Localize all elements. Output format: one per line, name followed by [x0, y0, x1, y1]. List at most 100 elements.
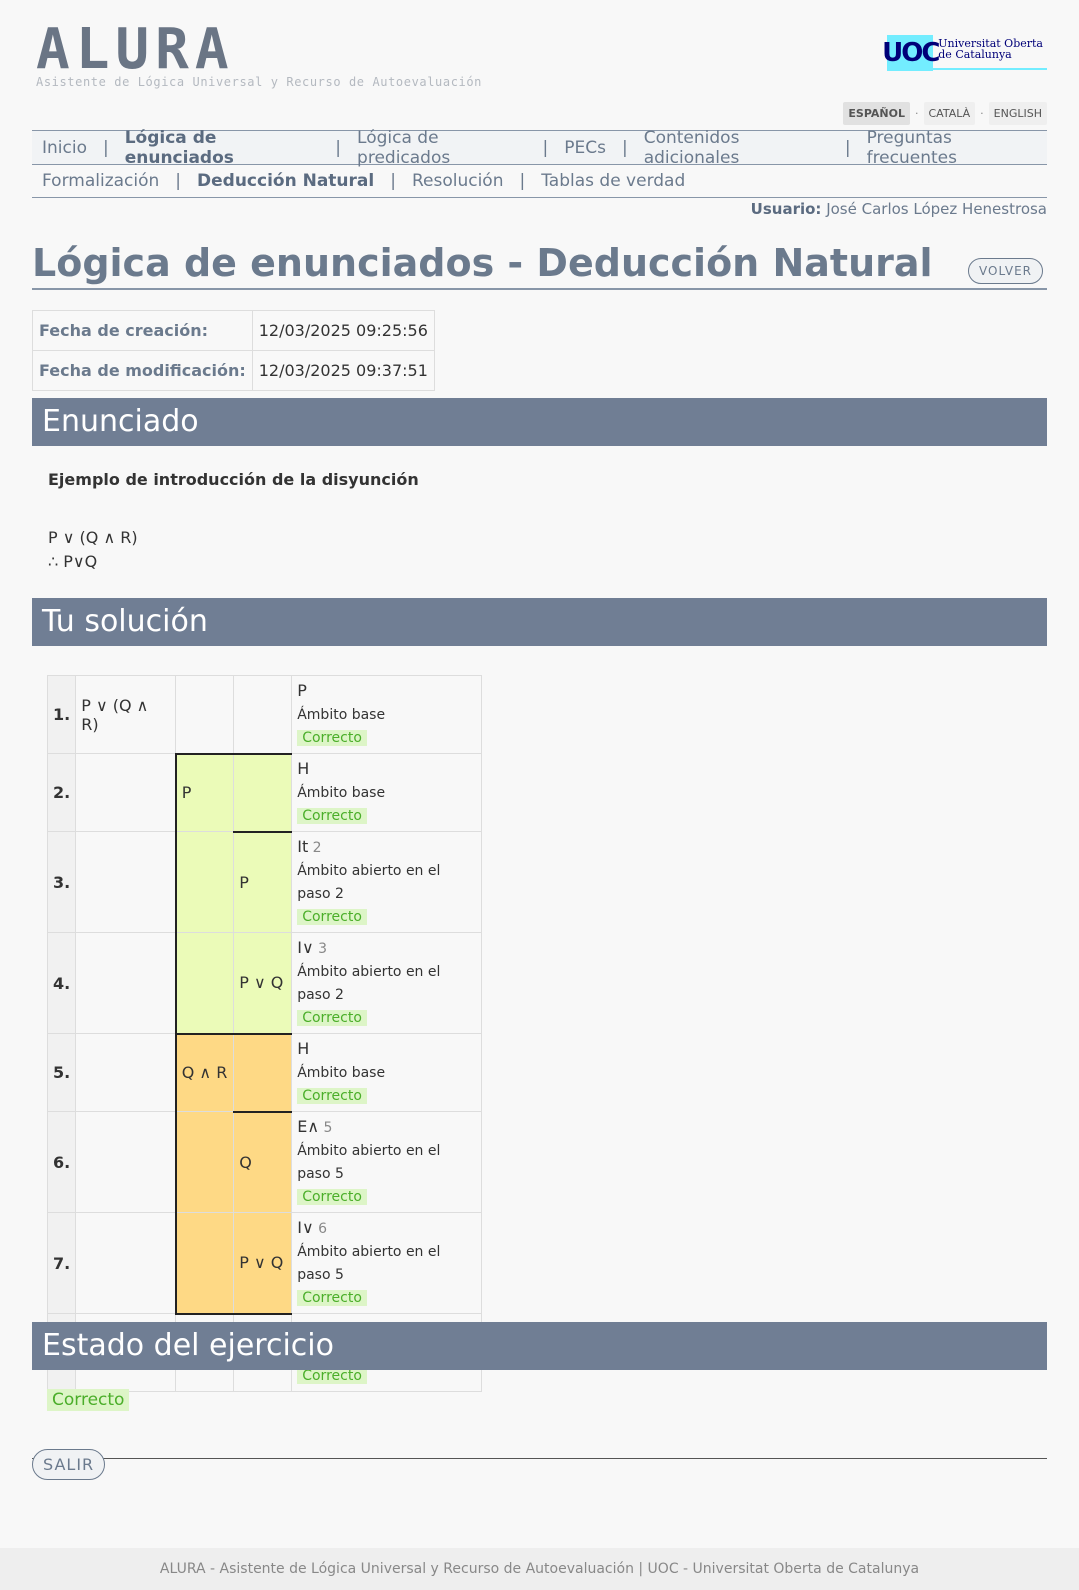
nav-separator: |: [390, 170, 396, 191]
justification: I∨ 6 Ámbito abierto en el paso 5 Correcto: [291, 1212, 483, 1314]
title-bar: Lógica de enunciados - Deducción Natural…: [32, 240, 1047, 290]
rule-line: I∨ 3: [297, 936, 476, 961]
subnav-formalizacion[interactable]: Formalización: [32, 171, 169, 191]
formula-scope2: P: [233, 830, 293, 933]
rule-line: P: [297, 679, 476, 704]
rule: E∧: [297, 1117, 320, 1136]
formula-scope1: P: [174, 752, 235, 832]
status-badge: Correcto: [297, 1010, 367, 1026]
step-number: 5.: [46, 1033, 77, 1112]
formula-scope2: Q: [233, 1111, 293, 1213]
rule: P: [297, 681, 307, 700]
proof-table: 1. P ∨ (Q ∧ R) P Ámbito base Correcto 2. P H Á…: [46, 675, 483, 1392]
rule-line: I∨ 6: [297, 1216, 476, 1241]
proof-row: 3. P It 2 Ámbito abierto en el paso 2 Correc…: [46, 830, 483, 933]
nav-separator: |: [542, 137, 549, 158]
subnav-tablas-verdad[interactable]: Tablas de verdad: [531, 171, 695, 191]
nav-logica-enunciados[interactable]: Lógica de enunciados: [115, 128, 330, 168]
formula-scope1: [175, 675, 235, 754]
scope-text: Ámbito abierto en el paso 5: [297, 1244, 441, 1283]
back-button[interactable]: VOLVER: [968, 258, 1043, 284]
rule-refs: 3: [318, 941, 328, 957]
status-badge: Correcto: [297, 808, 367, 824]
justification: H Ámbito base Correcto: [291, 753, 483, 832]
nav-logica-predicados[interactable]: Lógica de predicados: [347, 128, 536, 168]
rule-line: It 2: [297, 835, 476, 860]
nav-separator: |: [175, 170, 182, 191]
user-name: José Carlos López Henestrosa: [826, 200, 1047, 218]
formula-base: [75, 1111, 177, 1213]
exit-button-wrap: SALIR: [32, 1449, 106, 1480]
uoc-name-line2: de Catalunya: [938, 48, 1012, 61]
formula-scope1: [174, 831, 235, 933]
sub-nav: Formalización | Deducción Natural | Reso…: [32, 164, 1047, 198]
nav-contenidos[interactable]: Contenidos adicionales: [634, 128, 839, 168]
nav-pecs[interactable]: PECs: [554, 138, 616, 158]
nav-separator: |: [519, 170, 526, 191]
nav-faq[interactable]: Preguntas frecuentes: [857, 128, 1047, 168]
created-label: Fecha de creación:: [32, 310, 253, 351]
modified-row: Fecha de modificación: 12/03/2025 09:37:…: [32, 350, 435, 391]
rule-refs: 2: [312, 840, 322, 856]
subnav-deduccion-natural[interactable]: Deducción Natural: [187, 171, 384, 191]
status-badge: Correcto: [297, 909, 367, 925]
formula-base: [75, 1033, 177, 1112]
rule: I∨: [297, 938, 314, 957]
justification: H Ámbito base Correcto: [291, 1033, 483, 1112]
user-info: Usuario: José Carlos López Henestrosa: [751, 200, 1047, 218]
separator-dot: ·: [915, 107, 919, 120]
separator-dot: ·: [980, 107, 984, 120]
rule: H: [297, 1039, 310, 1058]
lang-en[interactable]: ENGLISH: [988, 102, 1047, 125]
nav-separator: |: [621, 137, 628, 158]
rule: It: [297, 837, 309, 856]
created-value: 12/03/2025 09:25:56: [251, 310, 435, 351]
lang-es[interactable]: ESPAÑOL: [843, 102, 910, 125]
dates-table: Fecha de creación: 12/03/2025 09:25:56 F…: [32, 310, 435, 391]
status-badge: Correcto: [297, 1368, 367, 1384]
step-number: 7.: [46, 1212, 77, 1314]
rule-line: E∧ 5: [297, 1115, 476, 1140]
scope-text: Ámbito abierto en el paso 5: [297, 1143, 441, 1182]
formula-base: P ∨ (Q ∧ R): [75, 675, 177, 754]
scope-text: Ámbito abierto en el paso 2: [297, 964, 441, 1003]
subnav-resolucion[interactable]: Resolución: [402, 171, 514, 191]
scope-text: Ámbito base: [297, 1065, 386, 1081]
scope-text: Ámbito abierto en el paso 2: [297, 863, 441, 902]
formula-base: [75, 831, 177, 933]
formula-base: [75, 753, 177, 832]
uoc-mark: UOC: [882, 35, 940, 71]
rule-line: H: [297, 757, 476, 782]
formula-scope2: [233, 752, 293, 832]
status-badge: Correcto: [297, 1290, 367, 1306]
nav-inicio[interactable]: Inicio: [32, 138, 97, 158]
step-number: 6.: [46, 1111, 77, 1213]
alura-logo[interactable]: ALURA Asistente de Lógica Universal y Re…: [36, 17, 483, 90]
proof-row: 5. Q ∧ R H Ámbito base Correcto: [46, 1033, 483, 1113]
logo-text: ALURA: [36, 17, 235, 82]
step-number: 2.: [46, 753, 77, 832]
rule: H: [297, 759, 310, 778]
step-status: Correcto: [297, 906, 476, 929]
lang-ca[interactable]: CATALÀ: [923, 102, 976, 125]
modified-value: 12/03/2025 09:37:51: [251, 350, 435, 391]
justification: It 2 Ámbito abierto en el paso 2 Correcto: [291, 831, 483, 933]
formula-base: [75, 932, 177, 1034]
formula-scope1: [174, 932, 235, 1035]
language-switcher: ESPAÑOL · CATALÀ · ENGLISH: [843, 102, 1047, 125]
exit-button[interactable]: SALIR: [32, 1449, 106, 1480]
formula-scope2: [233, 675, 293, 754]
formula-scope1: [174, 1111, 235, 1213]
modified-label: Fecha de modificación:: [32, 350, 253, 391]
main-nav: Inicio | Lógica de enunciados | Lógica d…: [32, 128, 1047, 168]
uoc-logo[interactable]: UOC Universitat Oberta de Catalunya: [882, 35, 1047, 71]
section-header-status: Estado del ejercicio: [32, 1322, 1047, 1370]
step-status: Correcto: [297, 805, 476, 828]
nav-separator: |: [844, 137, 851, 158]
status-badge: Correcto: [297, 730, 367, 746]
proof-row: 2. P H Ámbito base Correcto: [46, 752, 483, 832]
footer: ALURA - Asistente de Lógica Universal y …: [0, 1548, 1079, 1590]
nav-separator: |: [102, 137, 109, 158]
logo-subtitle: Asistente de Lógica Universal y Recurso …: [36, 75, 483, 89]
step-number: 4.: [46, 932, 77, 1034]
